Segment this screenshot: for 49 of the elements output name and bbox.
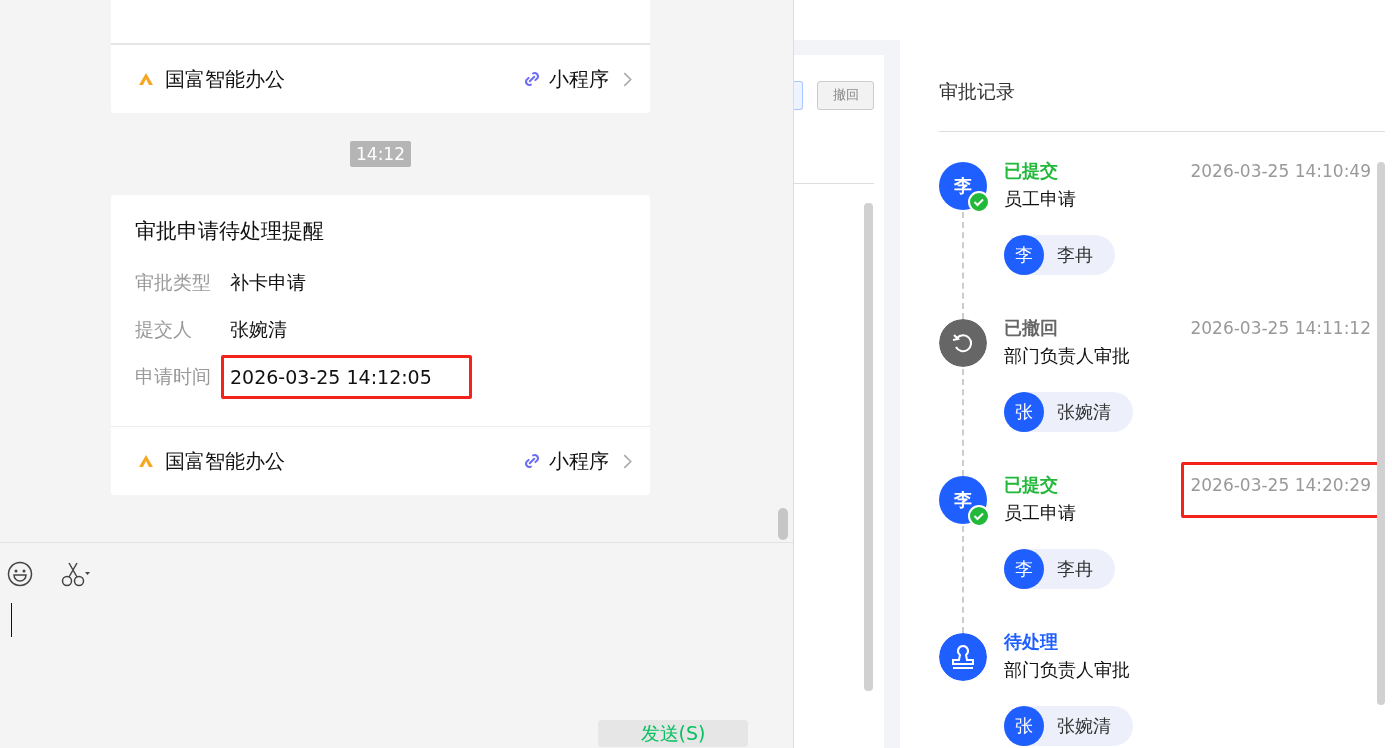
step-name: 部门负责人审批 (1004, 658, 1131, 682)
send-button[interactable]: 发送(S) (598, 720, 748, 747)
timestamp: 2026-03-25 14:11:12 (1190, 318, 1371, 338)
step-name: 部门负责人审批 (1004, 344, 1131, 368)
scrollbar-thumb[interactable] (864, 203, 873, 691)
scissors-icon[interactable] (61, 561, 91, 587)
timestamp: 2026-03-25 14:20:29 (1190, 475, 1371, 495)
mini-program-label: 小程序 (549, 447, 609, 475)
field-value: 张婉清 (230, 317, 287, 340)
button-edge[interactable] (794, 80, 803, 110)
field-value: 补卡申请 (230, 270, 306, 293)
field-label: 申请时间 (135, 363, 212, 389)
status-label: 待处理 (1004, 630, 1058, 654)
step-name: 员工申请 (1004, 187, 1077, 211)
link-icon (523, 70, 541, 88)
app-logo-icon (139, 455, 153, 467)
avatar: 张 (1004, 706, 1044, 746)
emoji-icon[interactable] (7, 561, 33, 587)
avatar: 张 (1004, 392, 1044, 432)
person-name: 张婉清 (1057, 400, 1111, 424)
field-value: 2026-03-25 14:12:05 (230, 365, 432, 388)
scrollbar-thumb[interactable] (778, 508, 788, 540)
status-label: 已提交 (1004, 473, 1058, 497)
undo-icon (939, 319, 987, 367)
app-logo-icon (139, 73, 153, 85)
link-icon (523, 452, 541, 470)
status-label: 已撤回 (1004, 316, 1058, 340)
app-name: 国富智能办公 (165, 65, 285, 93)
mini-program-label: 小程序 (549, 65, 609, 93)
avatar: 李 (1004, 235, 1044, 275)
status-label: 已提交 (1004, 159, 1058, 183)
stamp-icon (939, 633, 987, 681)
card-title: 审批申请待处理提醒 (135, 218, 325, 245)
timestamp: 2026-03-25 14:10:49 (1190, 161, 1371, 181)
message-time: 14:12 (350, 141, 411, 167)
chevron-right-icon[interactable] (623, 453, 632, 469)
person-name: 李冉 (1057, 243, 1093, 267)
withdraw-button[interactable]: 撤回 (817, 80, 874, 110)
field-label: 审批类型 (135, 269, 212, 295)
avatar: 李 (1004, 549, 1044, 589)
scrollbar-thumb[interactable] (1377, 162, 1385, 705)
panel-title: 审批记录 (939, 55, 1385, 132)
person-name: 张婉清 (1057, 714, 1111, 738)
text-cursor[interactable] (11, 603, 12, 637)
person-name: 李冉 (1057, 557, 1093, 581)
chevron-right-icon[interactable] (623, 71, 632, 87)
app-name: 国富智能办公 (165, 447, 285, 475)
step-name: 员工申请 (1004, 501, 1077, 525)
field-label: 提交人 (135, 316, 193, 342)
